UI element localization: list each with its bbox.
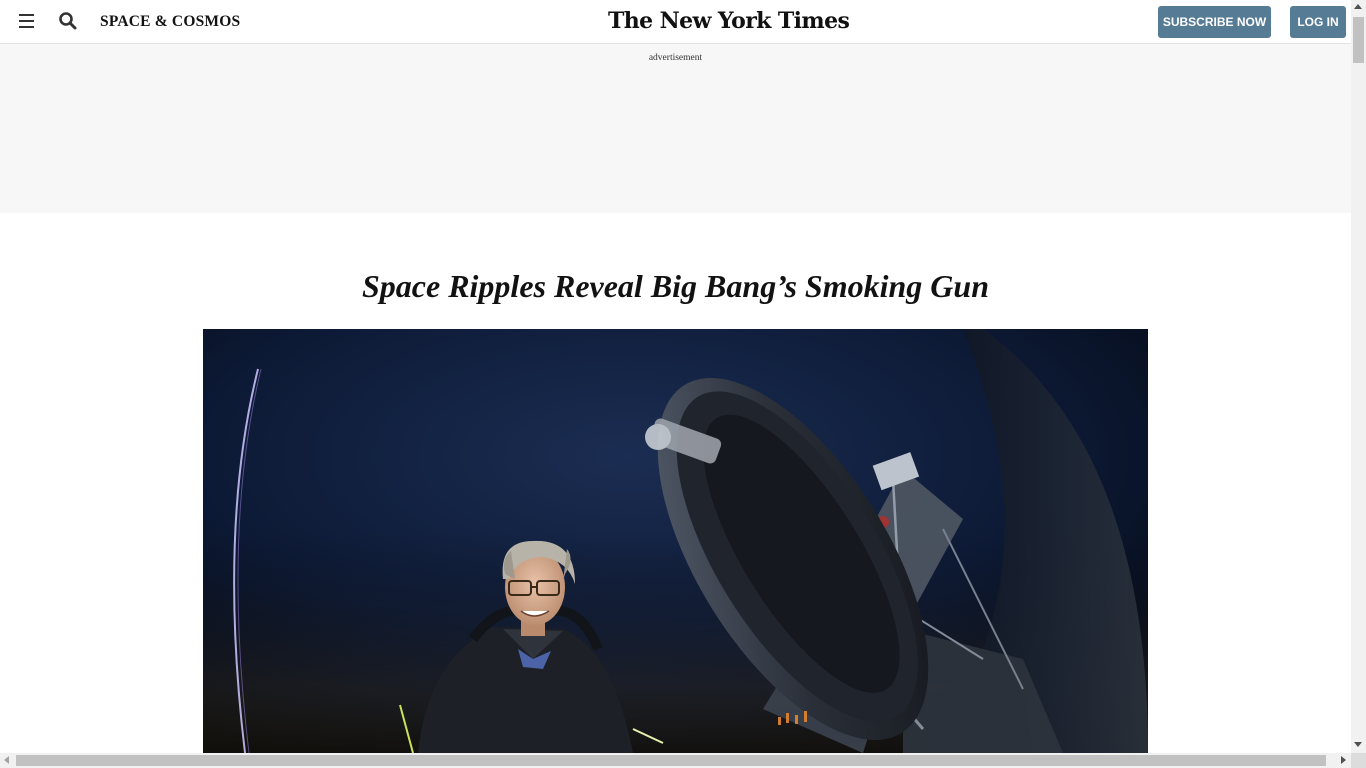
article-photo[interactable] <box>203 329 1148 753</box>
hamburger-menu-icon[interactable] <box>18 12 36 30</box>
top-header: SPACE & COSMOS The New York Times SUBSCR… <box>0 0 1351 44</box>
horizontal-scrollbar[interactable] <box>0 753 1351 768</box>
article-headline: Space Ripples Reveal Big Bang’s Smoking … <box>361 268 989 304</box>
scroll-up-arrow-icon[interactable] <box>1354 4 1362 9</box>
vertical-scroll-thumb[interactable] <box>1353 17 1364 63</box>
advertisement-slot: advertisement <box>0 44 1351 213</box>
scroll-left-arrow-icon[interactable] <box>4 756 9 764</box>
scrollbar-corner <box>1351 753 1366 768</box>
login-button[interactable]: LOG IN <box>1290 6 1346 38</box>
search-icon[interactable] <box>58 11 78 31</box>
scroll-right-arrow-icon[interactable] <box>1341 756 1346 764</box>
advertisement-label: advertisement <box>648 53 703 63</box>
nyt-logo[interactable]: The New York Times <box>608 6 850 36</box>
section-link[interactable]: SPACE & COSMOS <box>100 13 240 31</box>
horizontal-scroll-thumb[interactable] <box>16 755 1326 766</box>
scroll-down-arrow-icon[interactable] <box>1354 742 1362 747</box>
vertical-scrollbar[interactable] <box>1351 0 1366 753</box>
subscribe-button[interactable]: SUBSCRIBE NOW <box>1158 6 1271 38</box>
telescope-photo-illustration <box>203 329 1148 753</box>
